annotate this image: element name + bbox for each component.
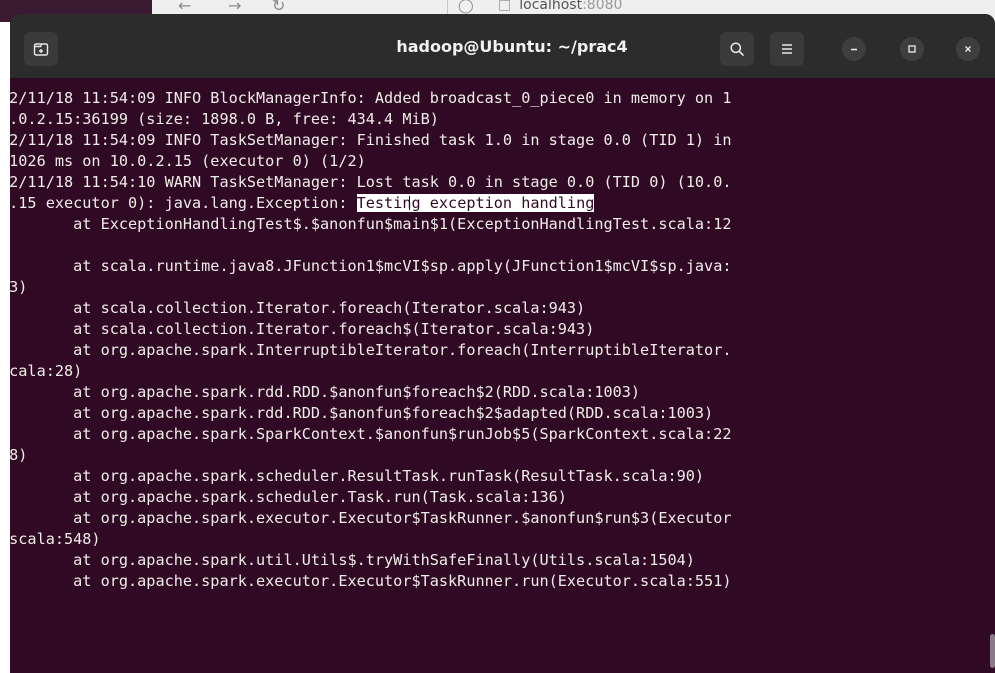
selected-text-part: Testin — [356, 194, 412, 212]
hamburger-menu-icon — [782, 44, 792, 54]
close-button[interactable] — [956, 37, 980, 61]
screen: ← → ↻ ◯ □ localhost:8080 hadoop@Ubuntu: ~… — [0, 0, 995, 673]
terminal-titlebar[interactable]: hadoop@Ubuntu: ~/prac4 — [10, 14, 995, 78]
terminal-line: at org.apache.spark.util.Utils$.tryWithS… — [10, 551, 695, 569]
selected-text-part: g exception handling — [411, 194, 595, 212]
maximize-icon — [908, 45, 916, 53]
scrollbar-thumb[interactable] — [990, 634, 995, 668]
terminal-window[interactable]: hadoop@Ubuntu: ~/prac4 22/11/18 11:54:09… — [10, 14, 995, 673]
terminal-line: 68) — [10, 446, 28, 464]
terminal-line: 23) — [10, 278, 28, 296]
search-button[interactable] — [720, 32, 754, 66]
shield-icon: ◯ — [458, 0, 474, 14]
terminal-line: 2.15 executor 0): java.lang.Exception: T… — [10, 193, 595, 213]
terminal-line: at org.apache.spark.executor.Executor$Ta… — [10, 572, 732, 590]
reload-icon[interactable]: ↻ — [272, 0, 285, 14]
page-icon: □ — [498, 0, 512, 13]
terminal-line: at org.apache.spark.scheduler.ResultTask… — [10, 467, 705, 485]
terminal-line: at org.apache.spark.scheduler.Task.run(T… — [10, 488, 567, 506]
terminal-line: at org.apache.spark.InterruptibleIterato… — [10, 341, 732, 359]
terminal-line: at ExceptionHandlingTest$.$anonfun$main$… — [10, 215, 732, 233]
terminal-line: at org.apache.spark.rdd.RDD.$anonfun$for… — [10, 404, 714, 422]
new-tab-button[interactable] — [24, 32, 58, 66]
terminal-line: at scala.collection.Iterator.foreach$(It… — [10, 320, 595, 338]
terminal-line: at scala.collection.Iterator.foreach(Ite… — [10, 299, 586, 317]
terminal-line: 1026 ms on 10.0.2.15 (executor 0) (1/2) — [10, 152, 366, 170]
menu-button[interactable] — [770, 32, 804, 66]
url-port: :8080 — [582, 0, 623, 13]
search-icon — [730, 42, 744, 56]
toolbar-divider — [447, 0, 448, 14]
new-tab-icon — [33, 43, 49, 56]
terminal-line: at org.apache.spark.SparkContext.$anonfu… — [10, 425, 732, 443]
close-icon — [965, 46, 971, 52]
minimize-icon — [851, 48, 857, 51]
terminal-line: at org.apache.spark.rdd.RDD.$anonfun$for… — [10, 383, 641, 401]
terminal-line: 22/11/18 11:54:10 WARN TaskSetManager: L… — [10, 173, 732, 191]
terminal-line-text: 2.15 executor 0): java.lang.Exception: — [10, 194, 357, 212]
terminal-line: at scala.runtime.java8.JFunction1$mcVI$s… — [10, 257, 732, 275]
terminal-line: 22/11/18 11:54:09 INFO TaskSetManager: F… — [10, 131, 732, 149]
window-title: hadoop@Ubuntu: ~/prac4 — [396, 37, 628, 56]
terminal-line: .scala:548) — [10, 530, 101, 548]
url-host: localhost — [519, 0, 583, 13]
terminal-line: 22/11/18 11:54:09 INFO BlockManagerInfo:… — [10, 89, 732, 107]
maximize-button[interactable] — [900, 37, 924, 61]
terminal-line: 0.0.2.15:36199 (size: 1898.0 B, free: 43… — [10, 110, 439, 128]
terminal-output[interactable]: 22/11/18 11:54:09 INFO BlockManagerInfo:… — [10, 78, 995, 673]
forward-arrow-icon[interactable]: → — [228, 0, 241, 14]
terminal-line: scala:28) — [10, 362, 83, 380]
address-bar[interactable]: □ localhost:8080 — [498, 0, 622, 14]
terminal-line: at org.apache.spark.executor.Executor$Ta… — [10, 509, 732, 527]
minimize-button[interactable] — [842, 37, 866, 61]
selected-text[interactable]: Testing exception handling — [356, 194, 595, 212]
back-arrow-icon[interactable]: ← — [178, 0, 191, 14]
